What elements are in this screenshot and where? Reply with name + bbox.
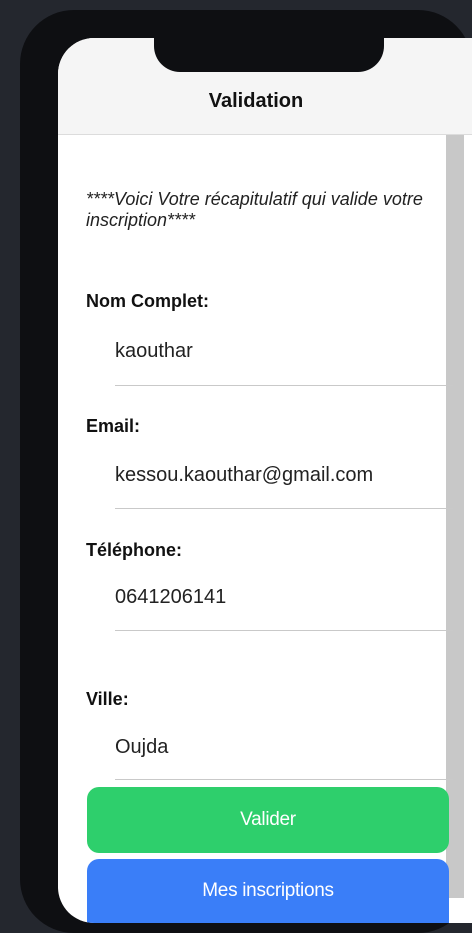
field-label-ville: Ville:	[86, 689, 129, 709]
mes-inscriptions-button[interactable]: Mes inscriptions	[87, 859, 449, 923]
field-divider	[115, 630, 453, 631]
field-label-telephone: Téléphone:	[86, 540, 183, 560]
valider-button[interactable]: Valider	[87, 787, 449, 853]
phone-frame: Validation ****Voici Votre récapitulatif…	[20, 10, 472, 933]
intro-text: ****Voici Votre récapitulatif qui valide…	[86, 189, 423, 230]
field-divider	[115, 385, 453, 386]
field-value-email: kessou.kaouthar@gmail.com	[115, 464, 374, 486]
app-screen: Validation ****Voici Votre récapitulatif…	[58, 38, 472, 923]
field-value-nom: kaouthar	[115, 340, 193, 362]
scrollbar[interactable]	[446, 135, 464, 898]
field-label-nom: Nom Complet:	[86, 291, 209, 311]
field-value-telephone: 0641206141	[115, 586, 227, 608]
field-divider	[115, 779, 453, 780]
field-label-email: Email:	[86, 416, 141, 436]
field-divider	[115, 508, 453, 509]
field-value-ville: Oujda	[115, 736, 169, 758]
page-title: Validation	[208, 90, 304, 112]
phone-notch	[154, 38, 384, 72]
